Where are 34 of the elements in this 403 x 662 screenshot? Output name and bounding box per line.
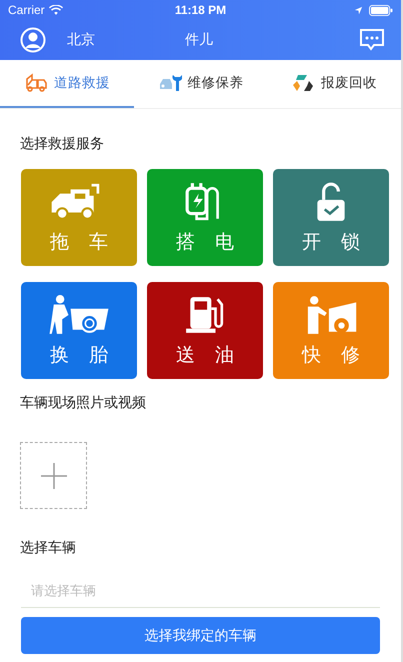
message-icon[interactable] (359, 28, 385, 52)
service-label: 搭 电 (176, 230, 234, 254)
service-label: 开 锁 (302, 230, 360, 254)
tab[interactable]: 报废回收 (267, 60, 401, 108)
tow-truck-icon (24, 73, 48, 93)
section-heading: 车辆现场照片或视频 (19, 394, 147, 412)
service-label: 换 胎 (50, 342, 108, 368)
tab[interactable]: 道路救援 (0, 60, 134, 108)
service-tile[interactable]: 换 胎 (21, 282, 137, 379)
plus-icon (40, 462, 66, 488)
tire-change-icon (47, 294, 111, 336)
app-title: 件儿 (185, 31, 214, 49)
service-label: 拖 车 (50, 230, 108, 254)
service-tile[interactable]: 搭 电 (147, 169, 263, 266)
service-label: 送 油 (176, 342, 234, 368)
car-wrench-icon (158, 73, 182, 93)
location-arrow-icon (354, 6, 363, 14)
battery-icon (369, 4, 393, 16)
avatar-icon[interactable] (20, 27, 46, 53)
service-tile[interactable]: 快 修 (273, 282, 389, 379)
service-tile[interactable]: 送 油 (147, 282, 263, 379)
city-label[interactable]: 北京 (67, 31, 95, 49)
service-tile[interactable]: 拖 车 (21, 169, 137, 266)
service-tile[interactable]: 开 锁 (273, 169, 389, 266)
carrier-label: Carrier (8, 3, 45, 17)
bind-vehicle-button[interactable]: 选择我绑定的车辆 (21, 617, 380, 654)
tab[interactable]: 维修保养 (134, 60, 268, 108)
clock-time: 11:18 PM (174, 3, 226, 17)
service-label: 快 修 (302, 342, 360, 368)
section-heading: 选择车辆 (19, 539, 77, 557)
upload-button[interactable] (20, 442, 87, 509)
wifi-icon (48, 4, 63, 16)
recycle-icon (291, 73, 316, 93)
section-heading: 选择救援服务 (19, 135, 105, 153)
